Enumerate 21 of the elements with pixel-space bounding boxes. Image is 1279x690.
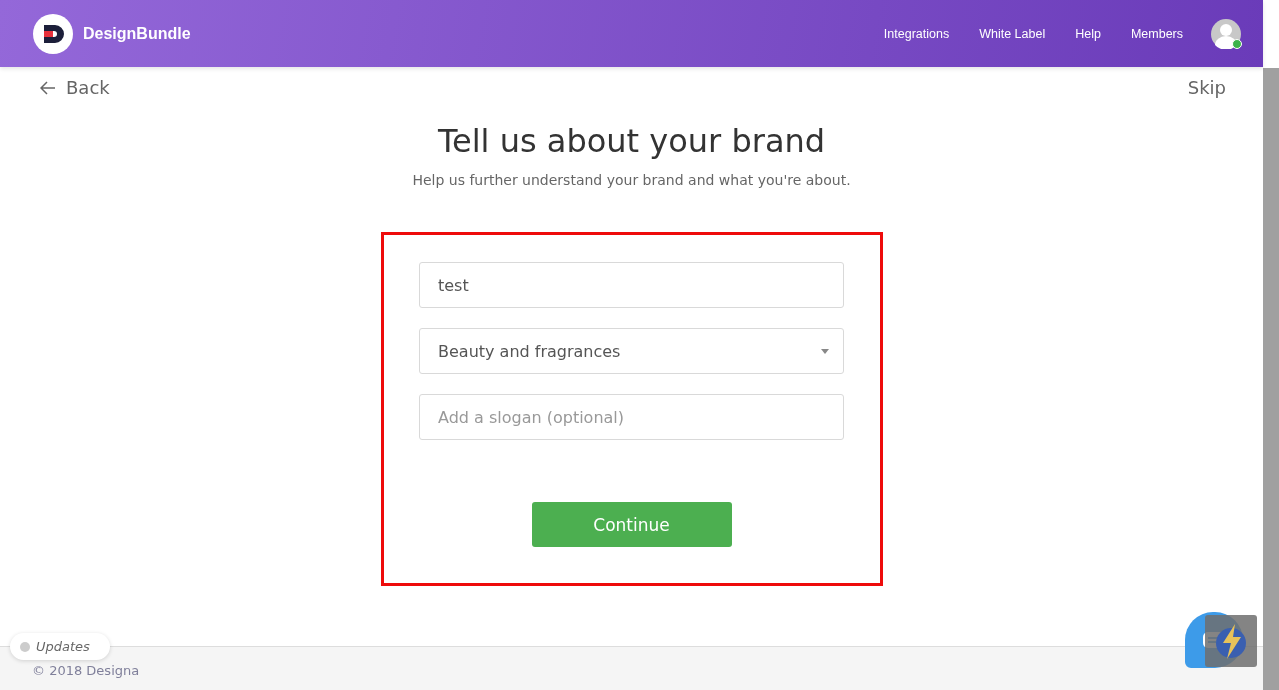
scrollbar[interactable]: [1263, 68, 1279, 690]
back-link[interactable]: Back: [40, 77, 110, 98]
nav-link[interactable]: Help: [1075, 26, 1101, 41]
brand-name-field[interactable]: test: [419, 262, 844, 308]
copyright: © 2018 Designa: [32, 663, 140, 678]
logo-icon: [33, 13, 73, 54]
page-subtitle: Help us further understand your brand and what you're about.: [411, 172, 852, 188]
updates-button[interactable]: Updates: [10, 633, 110, 660]
nav-link[interactable]: Members: [1130, 26, 1183, 41]
skip-link[interactable]: Skip: [1187, 77, 1226, 98]
avatar[interactable]: [1211, 18, 1241, 49]
page-title: Tell us about your brand: [436, 122, 827, 160]
nav-link[interactable]: White Label: [979, 26, 1046, 41]
dot-icon: [20, 641, 30, 652]
caret-icon: [821, 348, 829, 354]
arrow-left-icon: [40, 80, 56, 95]
brand-name: DesignBundle: [83, 24, 192, 43]
slogan-field[interactable]: Add a slogan (optional): [419, 394, 844, 440]
nav-link[interactable]: Integrations: [883, 26, 950, 41]
category-select[interactable]: Beauty and fragrances: [419, 328, 844, 374]
plugin-overlay[interactable]: [1205, 615, 1257, 667]
